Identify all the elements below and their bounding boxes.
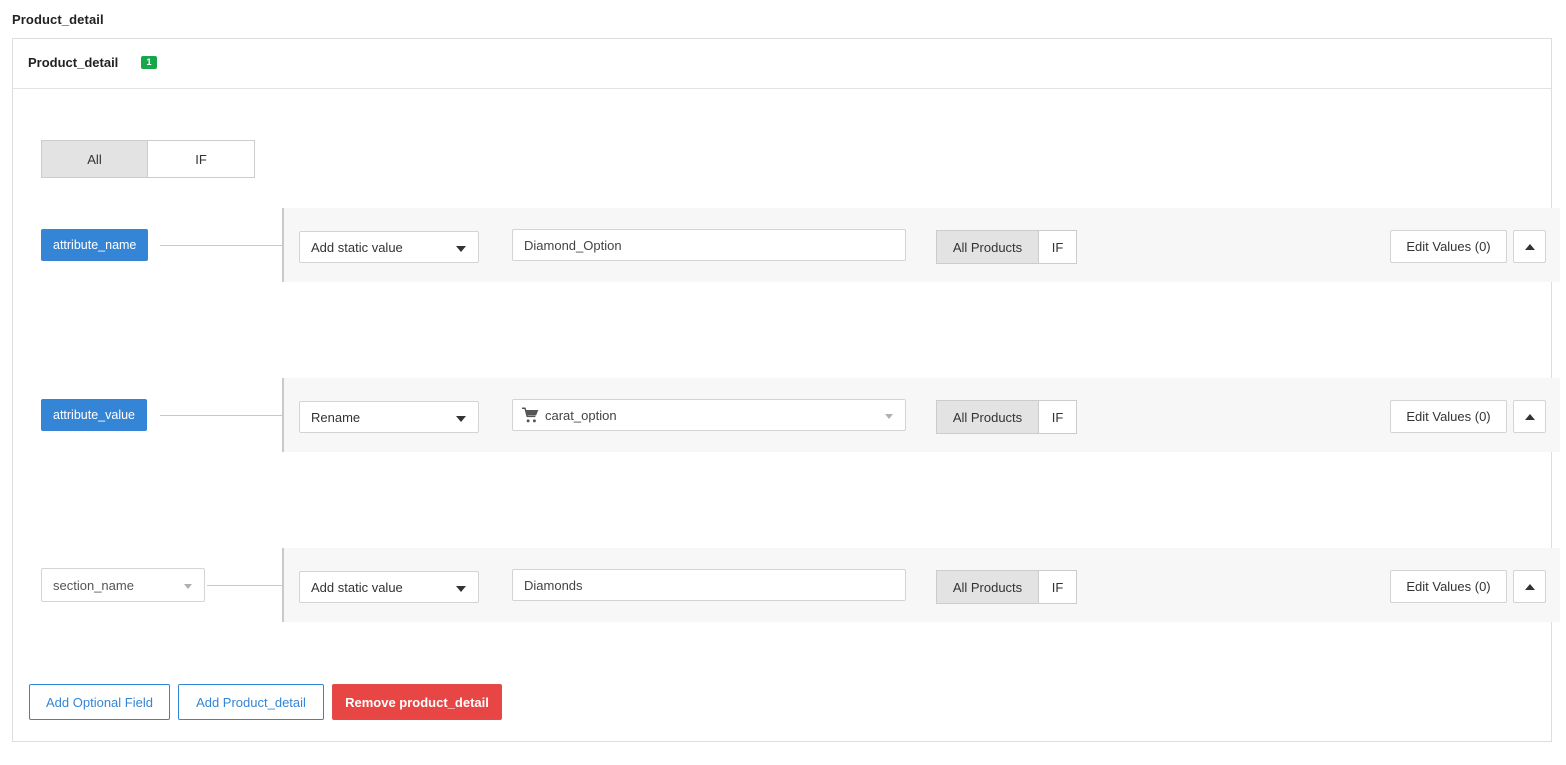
field-label-select-value: section_name xyxy=(53,578,134,593)
chevron-down-icon xyxy=(456,416,466,422)
chevron-down-icon xyxy=(885,414,893,419)
add-optional-field-button[interactable]: Add Optional Field xyxy=(29,684,170,720)
collapse-row-button[interactable] xyxy=(1513,570,1546,603)
field-label-tag[interactable]: attribute_value xyxy=(41,399,147,431)
row-scope-toggle[interactable]: All Products IF xyxy=(936,230,1077,264)
scope-option-all-products[interactable]: All Products xyxy=(936,400,1039,434)
action-select[interactable]: Add static value xyxy=(299,571,479,603)
field-connector-line xyxy=(207,585,282,586)
chevron-down-icon xyxy=(456,586,466,592)
field-label-tag[interactable]: attribute_name xyxy=(41,229,148,261)
scope-option-all-products[interactable]: All Products xyxy=(936,230,1039,264)
edit-values-button[interactable]: Edit Values (0) xyxy=(1390,570,1507,603)
action-select-value: Rename xyxy=(311,410,360,425)
row-scope-toggle[interactable]: All Products IF xyxy=(936,570,1077,604)
value-input-text: Diamonds xyxy=(524,578,583,593)
edit-values-button[interactable]: Edit Values (0) xyxy=(1390,230,1507,263)
collapse-row-button[interactable] xyxy=(1513,230,1546,263)
value-select-text: carat_option xyxy=(545,408,617,423)
collapse-row-button[interactable] xyxy=(1513,400,1546,433)
add-product-detail-button[interactable]: Add Product_detail xyxy=(178,684,324,720)
shopping-cart-icon xyxy=(522,407,539,424)
value-select[interactable]: carat_option xyxy=(512,399,906,431)
scope-option-if[interactable]: IF xyxy=(1039,570,1077,604)
value-input-text: Diamond_Option xyxy=(524,238,622,253)
page-title: Product_detail xyxy=(12,12,104,27)
scope-option-if[interactable]: IF xyxy=(1039,400,1077,434)
scope-toggle-top[interactable]: All IF xyxy=(41,140,255,178)
chevron-down-icon xyxy=(184,584,192,589)
remove-product-detail-button[interactable]: Remove product_detail xyxy=(332,684,502,720)
app-root: Product_detail Product_detail 1 All IF a… xyxy=(0,0,1566,765)
row-scope-toggle[interactable]: All Products IF xyxy=(936,400,1077,434)
field-connector-line xyxy=(160,245,282,246)
product-detail-card: Product_detail 1 All IF attribute_name A… xyxy=(12,38,1552,742)
action-select-value: Add static value xyxy=(311,240,403,255)
card-header: Product_detail 1 xyxy=(13,39,1551,89)
toggle-option-all[interactable]: All xyxy=(41,140,148,178)
action-select[interactable]: Add static value xyxy=(299,231,479,263)
action-select[interactable]: Rename xyxy=(299,401,479,433)
scope-option-if[interactable]: IF xyxy=(1039,230,1077,264)
field-connector-line xyxy=(160,415,282,416)
chevron-up-icon xyxy=(1525,584,1535,590)
value-input[interactable]: Diamond_Option xyxy=(512,229,906,261)
chevron-down-icon xyxy=(456,246,466,252)
chevron-up-icon xyxy=(1525,414,1535,420)
status-badge: 1 xyxy=(141,56,157,69)
toggle-option-if[interactable]: IF xyxy=(148,140,255,178)
scope-option-all-products[interactable]: All Products xyxy=(936,570,1039,604)
value-input[interactable]: Diamonds xyxy=(512,569,906,601)
action-select-value: Add static value xyxy=(311,580,403,595)
chevron-up-icon xyxy=(1525,244,1535,250)
field-label-select[interactable]: section_name xyxy=(41,568,205,602)
card-header-title: Product_detail xyxy=(28,55,118,70)
edit-values-button[interactable]: Edit Values (0) xyxy=(1390,400,1507,433)
